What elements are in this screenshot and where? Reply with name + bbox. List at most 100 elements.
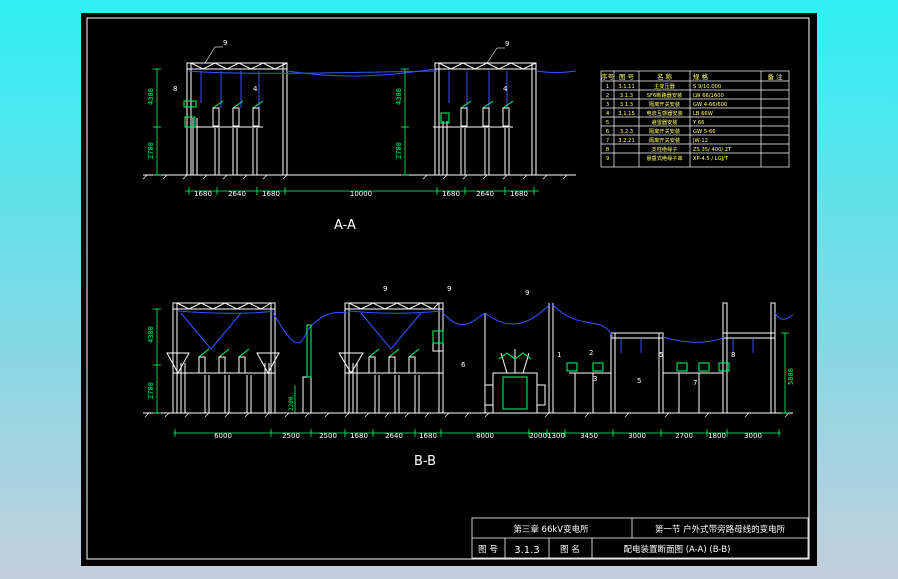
table-cell: 2 [606, 93, 609, 99]
bb-label-7: 5 [637, 377, 641, 385]
table-cell: ZS 35/ 400/ 2T [693, 147, 732, 153]
bb-dim-label: 2500 [319, 432, 337, 440]
bb-vertical-dims [153, 308, 789, 414]
bb-height-lower: 2700 [147, 382, 155, 399]
aa-height-lower-right: 2700 [395, 142, 403, 159]
bb-dim-text: 6000 2500 2500 1680 2640 1680 8000 2000 1300 3450… [214, 432, 762, 440]
table-header-cell: 名 称 [657, 72, 673, 81]
title-fig-no-label: 图 号 [478, 545, 498, 555]
table-cell: 隔离开关安装 [649, 136, 680, 144]
bb-height-small: 2200 [288, 396, 295, 411]
table-cell: 3.2.3 [620, 129, 633, 135]
bb-gantry-3 [569, 302, 776, 414]
bb-dim-label: 6000 [214, 432, 232, 440]
title-name: 配电装置断面图 (A-A) (B-B) [624, 544, 731, 555]
bb-height-right: 5800 [787, 368, 795, 385]
table-cell: 3.1.11 [618, 84, 635, 90]
bb-label-10: 8 [731, 351, 735, 359]
bb-label-1: 9 [447, 285, 451, 293]
bb-dim-label: 3450 [580, 432, 598, 440]
table-cell: 电流互感器安装 [646, 109, 682, 117]
table-header-cell: 序号 [601, 72, 615, 81]
table-cell: 3.1.3 [620, 93, 633, 99]
table-cell: 隔离开关安装 [649, 127, 680, 135]
table-cell: LB 66W [693, 111, 713, 117]
bb-label-8: 7 [693, 379, 697, 387]
aa-label-4: 9 [505, 40, 509, 48]
bb-label-0: 9 [383, 285, 387, 293]
table-cell: GW 4-66/600 [693, 102, 727, 108]
bb-label-6: 3 [593, 375, 597, 383]
table-cell: 9 [606, 156, 609, 162]
bb-dim-label: 1300 [547, 432, 565, 440]
table-cell: JW-12 [692, 138, 708, 144]
title-name-label: 图 名 [560, 544, 580, 555]
aa-height-upper-right: 4300 [395, 88, 403, 105]
bb-dim-label: 1680 [350, 432, 368, 440]
table-cell: 3 [606, 102, 609, 108]
table-header-cell: 备 注 [767, 72, 783, 81]
aa-height-upper-left: 4300 [147, 88, 155, 105]
title-chapter: 第三章 66kV变电所 [513, 524, 589, 535]
table-cell: 5 [606, 120, 609, 126]
bb-ground-hatch [144, 412, 790, 418]
aa-dim-4: 1680 [442, 190, 460, 198]
table-cell: LW 66/1600 [693, 93, 724, 99]
bb-label-2: 9 [525, 289, 529, 297]
gantry-left [185, 62, 288, 176]
section-aa: 9 8 4 9 4 4300 2700 4300 2700 1680 2640 … [142, 39, 577, 233]
bb-dim-label: 1800 [708, 432, 726, 440]
bus-conductors-aa [188, 68, 577, 108]
bb-label-9: 5 [659, 351, 663, 359]
cad-drawing: 9 8 4 9 4 4300 2700 4300 2700 1680 2640 … [86, 17, 810, 560]
bb-dim-label: 3000 [744, 432, 762, 440]
aa-dim-6: 1680 [510, 190, 528, 198]
bb-dim-label: 3000 [628, 432, 646, 440]
aa-label-3: 4 [253, 85, 258, 93]
drawing-sheet: 9 8 4 9 4 4300 2700 4300 2700 1680 2640 … [81, 13, 817, 566]
aa-height-lower-left: 2700 [147, 142, 155, 159]
title-block: 第三章 66kV变电所 第一节 户外式带旁路母线的变电所 图 号 3.1.3 图… [471, 517, 809, 559]
table-cell: Y 66 [692, 120, 704, 126]
table-cell: SF6断路器安装 [647, 91, 683, 99]
table-cell: S 9/10.000 [693, 84, 721, 90]
title-section: 第一节 户外式带旁路母线的变电所 [655, 524, 786, 535]
table-cell: 主变压器 [654, 82, 676, 90]
gantry-right [433, 62, 537, 176]
table-cell: 3.1.15 [618, 111, 635, 117]
bb-gantry-2 [338, 302, 444, 414]
bb-dim-label: 2700 [675, 432, 693, 440]
table-cell: 8 [606, 147, 609, 153]
bb-section-title: B-B [414, 454, 436, 469]
aa-label-1: 9 [223, 39, 227, 47]
table-cell: 4 [606, 111, 610, 117]
breakers-aa [212, 107, 510, 127]
table-cell: 1 [606, 84, 609, 90]
table-cell: 悬垂式绝缘子串 [646, 154, 682, 162]
aa-dim-2: 1680 [262, 190, 280, 198]
table-cell: 支柱绝缘子 [652, 145, 678, 153]
section-bb: 9 9 9 6 1 2 3 5 7 5 8 4300 2700 5800 220… [143, 285, 795, 469]
table-cell: 6 [606, 129, 609, 135]
title-fig-no: 3.1.3 [514, 545, 539, 556]
table-cell: 隔离开关安装 [649, 100, 680, 108]
bb-gantry-1 [166, 302, 280, 414]
table-cell: XP-4.5 / LGJ/T [693, 156, 729, 162]
bb-dim-label: 2640 [385, 432, 403, 440]
aa-dim-5: 2640 [476, 190, 494, 198]
table-cell: GW 5-66 [693, 129, 716, 135]
bb-dim-label: 8000 [476, 432, 494, 440]
aa-label-2: 8 [173, 85, 177, 93]
table-header-cell: 图 号 [619, 73, 635, 81]
aa-dim-3: 10000 [350, 190, 372, 198]
aa-label-5: 4 [503, 85, 508, 93]
aa-dim-1: 2640 [228, 190, 246, 198]
bb-label-4: 1 [557, 351, 561, 359]
table-cell: 7 [606, 138, 609, 144]
bb-dim-label: 1680 [419, 432, 437, 440]
bb-dim-label: 2000 [529, 432, 547, 440]
aa-section-title: A-A [334, 218, 356, 233]
table-header-cell: 规 格 [693, 72, 709, 81]
table-cell: 3.2.21 [618, 138, 635, 144]
bb-height-upper: 4300 [147, 326, 155, 343]
